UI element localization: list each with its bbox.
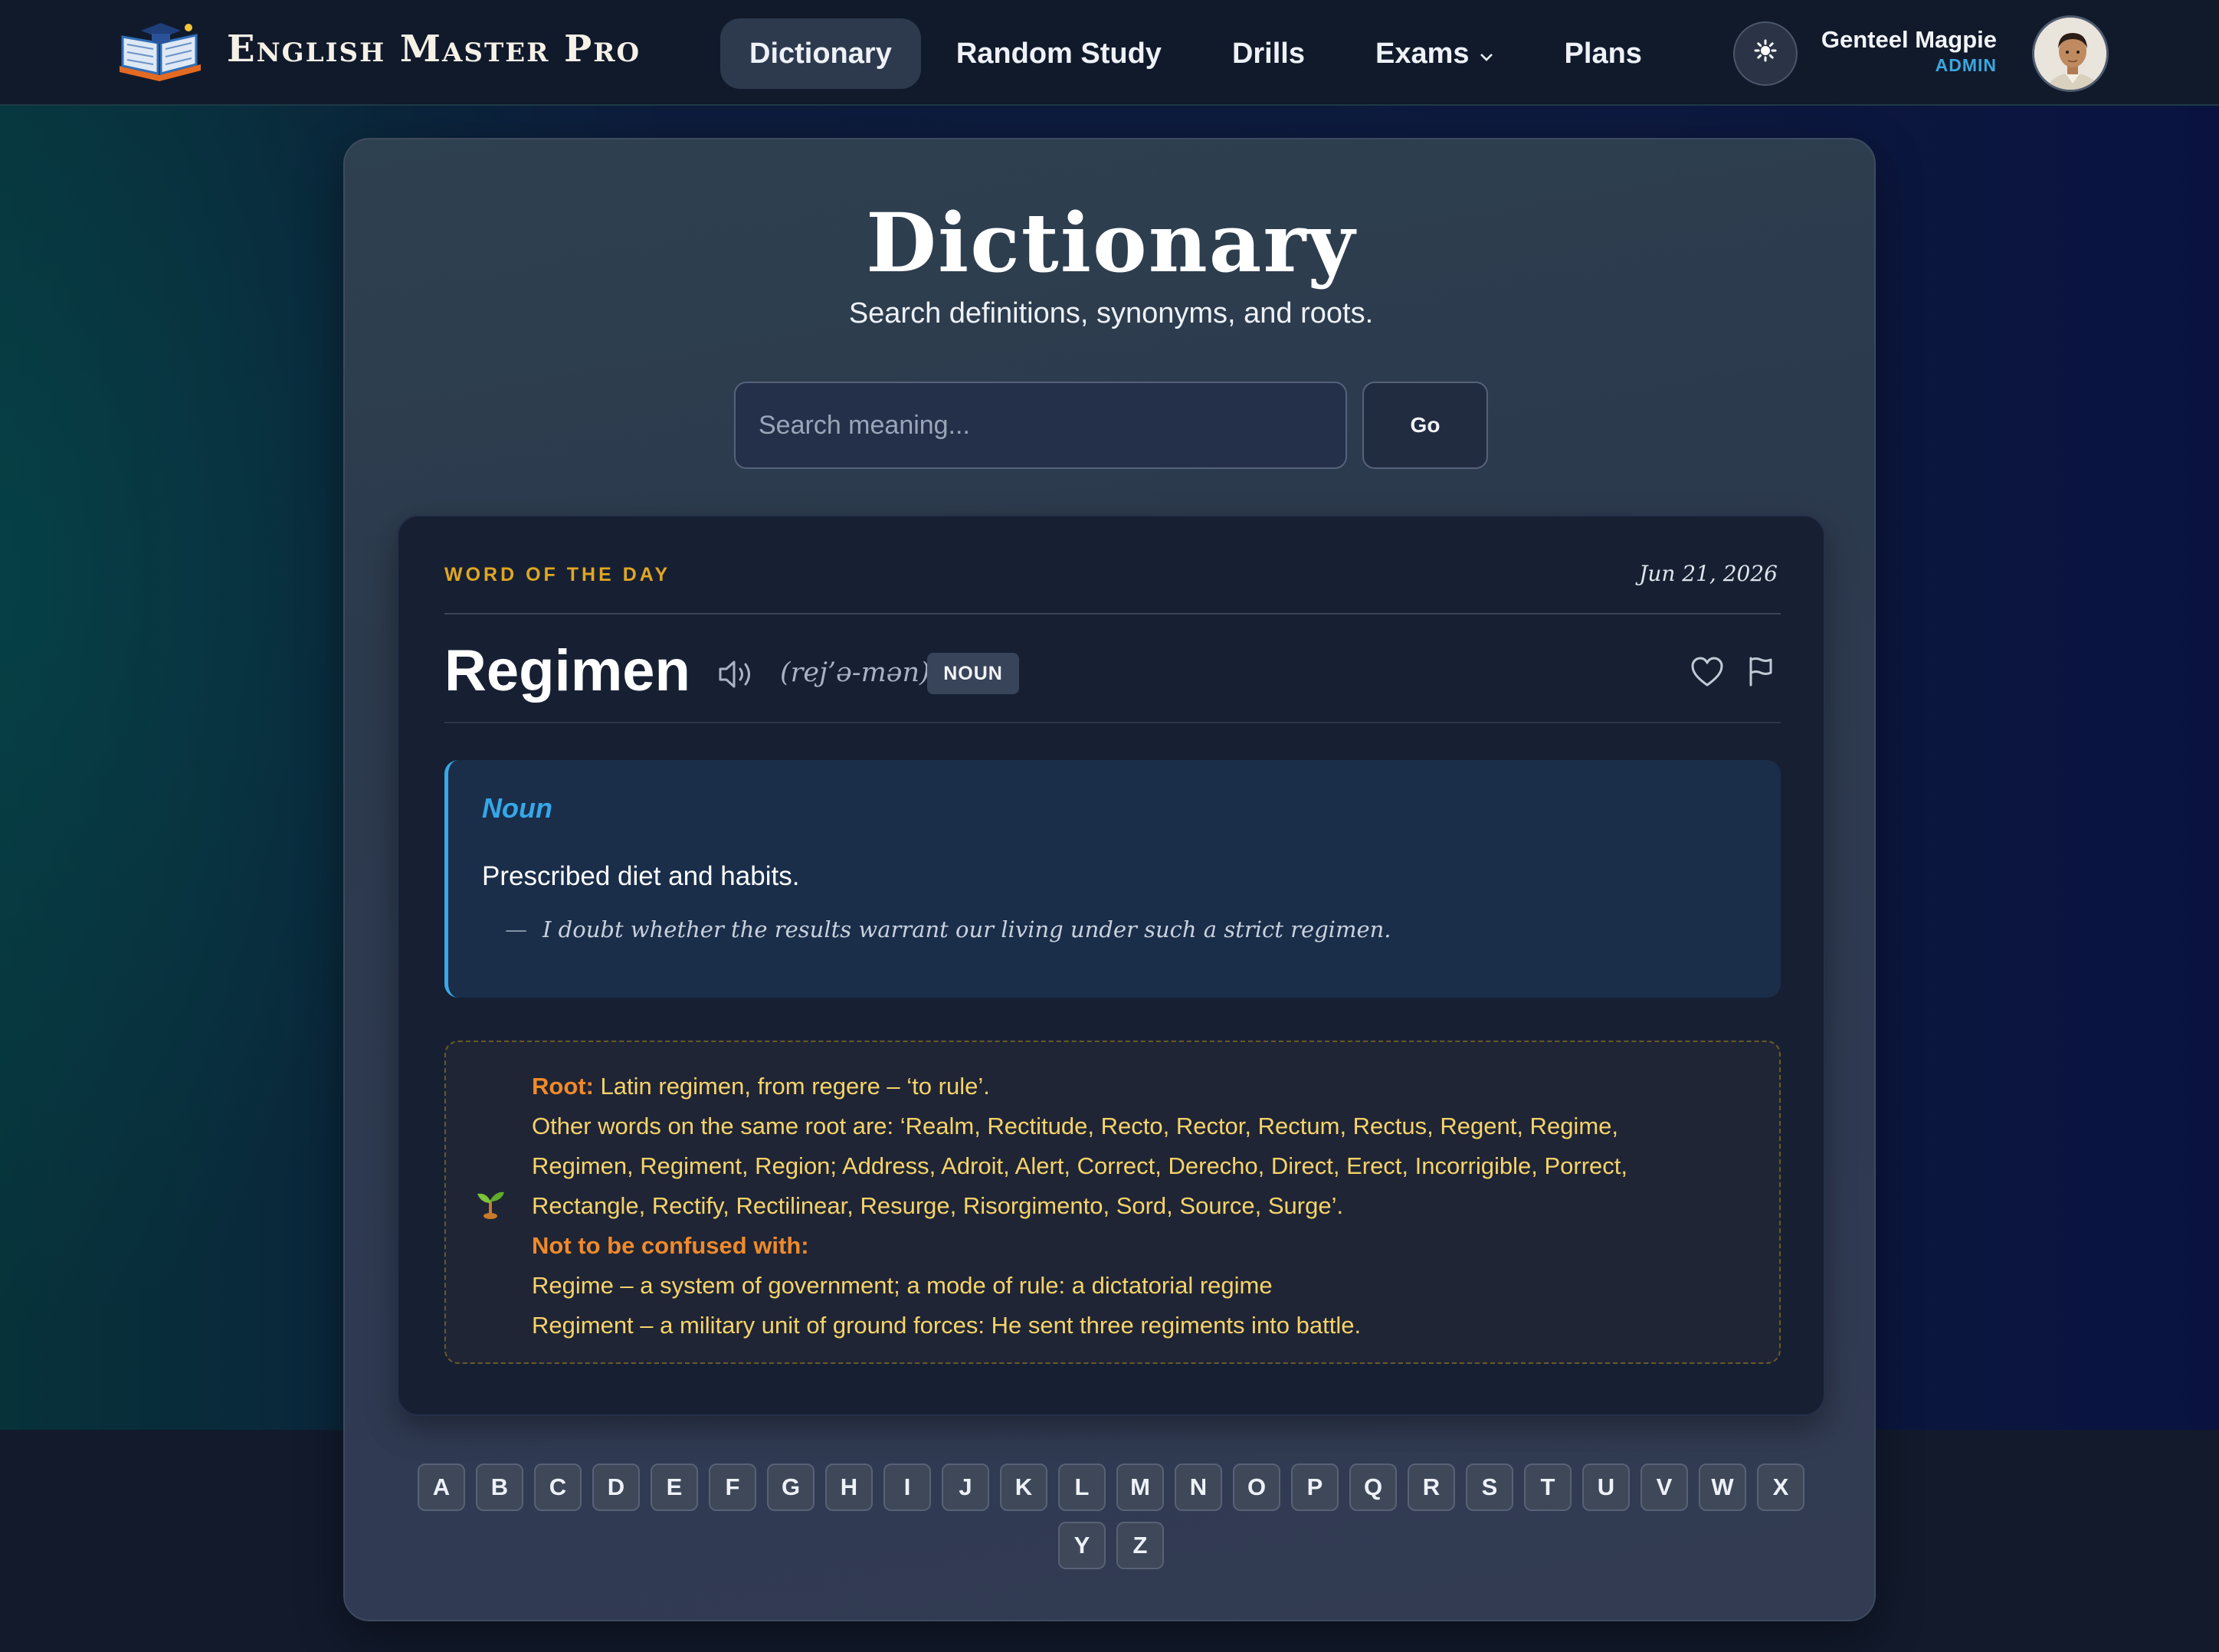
letter-i-button[interactable]: I [883, 1464, 931, 1511]
letter-l-button[interactable]: L [1058, 1464, 1106, 1511]
example-text: I doubt whether the results warrant our … [542, 916, 1391, 942]
nav-dictionary-label: Dictionary [749, 37, 892, 70]
page-title: Dictionary [866, 195, 1356, 290]
brand-name[interactable]: English Master Pro [227, 28, 641, 70]
divider [444, 722, 1781, 723]
word-of-the-day-date: Jun 21, 2026 [1639, 561, 1778, 586]
letter-f-button[interactable]: F [709, 1464, 756, 1511]
letter-e-button[interactable]: E [651, 1464, 698, 1511]
headword: Regimen [444, 638, 690, 703]
letter-k-button[interactable]: K [1000, 1464, 1047, 1511]
sprout-icon [474, 1186, 507, 1220]
root-line: Root: Latin regimen, from regere – ‘to r… [532, 1067, 1758, 1106]
pronunciation: (rej’ə-mən) [780, 657, 930, 688]
divider [444, 613, 1781, 615]
dictionary-card: Dictionary Search definitions, synonyms,… [343, 138, 1876, 1621]
related-words-line: Rectangle, Rectify, Rectilinear, Resurge… [532, 1192, 1344, 1219]
nav-exams-label: Exams [1375, 37, 1470, 70]
nav-plans-label: Plans [1564, 37, 1642, 70]
related-words-line: Regimen, Regiment, Region; Address, Adro… [532, 1152, 1628, 1179]
root-label: Root: [532, 1073, 594, 1100]
speaker-icon[interactable] [717, 657, 757, 691]
letter-h-button[interactable]: H [825, 1464, 873, 1511]
confused-item: Regiment – a military unit of ground for… [532, 1312, 1362, 1339]
letter-w-button[interactable]: W [1699, 1464, 1746, 1511]
letter-s-button[interactable]: S [1466, 1464, 1513, 1511]
go-button[interactable]: Go [1362, 382, 1488, 469]
letter-q-button[interactable]: Q [1349, 1464, 1397, 1511]
user-name[interactable]: Genteel Magpie [1821, 26, 1997, 54]
flag-icon[interactable] [1747, 656, 1775, 687]
nav-exams[interactable]: Exams [1340, 18, 1529, 89]
letter-d-button[interactable]: D [592, 1464, 640, 1511]
page-subtitle: Search definitions, synonyms, and roots. [848, 297, 1374, 329]
letter-c-button[interactable]: C [534, 1464, 582, 1511]
letter-o-button[interactable]: O [1233, 1464, 1280, 1511]
heart-icon[interactable] [1690, 656, 1724, 688]
letter-p-button[interactable]: P [1291, 1464, 1339, 1511]
confused-label: Not to be confused with: [532, 1232, 809, 1259]
top-navbar: English Master Pro Dictionary Random Stu… [0, 0, 2219, 106]
letter-j-button[interactable]: J [942, 1464, 989, 1511]
root-content: Root: Latin regimen, from regere – ‘to r… [532, 1067, 1758, 1346]
search-input[interactable] [734, 382, 1347, 469]
nav-plans[interactable]: Plans [1529, 18, 1677, 89]
definition-example: — I doubt whether the results warrant our… [505, 916, 1391, 942]
nav-dictionary[interactable]: Dictionary [720, 18, 921, 89]
avatar[interactable] [2032, 15, 2109, 92]
main-nav: Dictionary Random Study Drills Exams Pla… [720, 18, 1677, 89]
nav-random-study-label: Random Study [955, 37, 1162, 70]
letter-u-button[interactable]: U [1582, 1464, 1630, 1511]
word-of-the-day-panel: WORD OF THE DAY Jun 21, 2026 Regimen (re… [397, 515, 1825, 1416]
word-of-the-day-label: WORD OF THE DAY [444, 564, 671, 585]
nav-random-study[interactable]: Random Study [921, 18, 1197, 89]
root-text: Latin regimen, from regere – ‘to rule’. [600, 1073, 990, 1100]
sun-icon [1754, 38, 1777, 69]
letter-r-button[interactable]: R [1408, 1464, 1455, 1511]
letter-b-button[interactable]: B [476, 1464, 523, 1511]
definition-box: Noun Prescribed diet and habits. — I doub… [444, 760, 1781, 998]
letter-n-button[interactable]: N [1175, 1464, 1222, 1511]
example-dash: — [505, 916, 527, 942]
definition-text: Prescribed diet and habits. [482, 861, 800, 891]
related-words-line: Other words on the same root are: ‘Realm… [532, 1113, 1618, 1139]
chevron-down-icon [1479, 47, 1494, 67]
theme-toggle-button[interactable] [1733, 21, 1798, 86]
root-box: Root: Latin regimen, from regere – ‘to r… [444, 1041, 1781, 1364]
user-role-badge: ADMIN [1935, 55, 1997, 75]
letter-g-button[interactable]: G [767, 1464, 815, 1511]
letter-v-button[interactable]: V [1640, 1464, 1688, 1511]
nav-drills-label: Drills [1231, 37, 1305, 70]
letter-x-button[interactable]: X [1757, 1464, 1804, 1511]
letter-m-button[interactable]: M [1116, 1464, 1164, 1511]
letter-t-button[interactable]: T [1524, 1464, 1572, 1511]
book-logo-icon[interactable] [115, 20, 205, 84]
letter-a-button[interactable]: A [418, 1464, 465, 1511]
part-of-speech-badge: NOUN [927, 653, 1019, 694]
definition-pos: Noun [482, 792, 552, 824]
letter-y-button[interactable]: Y [1058, 1522, 1106, 1569]
confused-item: Regime – a system of government; a mode … [532, 1272, 1273, 1299]
alphabet-index: A B C D E F G H I J K L M N O P Q R S T … [414, 1464, 1808, 1569]
letter-z-button[interactable]: Z [1116, 1522, 1164, 1569]
nav-drills[interactable]: Drills [1197, 18, 1340, 89]
